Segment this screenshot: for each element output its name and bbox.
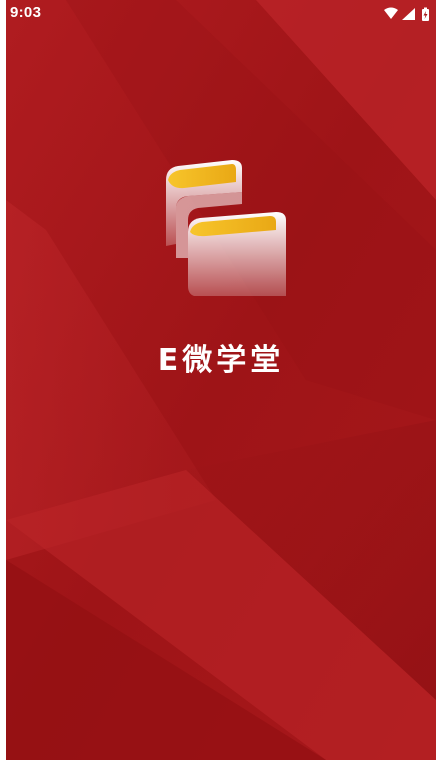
status-time: 9:03 — [10, 4, 42, 21]
wifi-icon — [384, 7, 398, 19]
cellular-signal-icon — [402, 8, 415, 20]
splash-screen: E微学堂 — [6, 0, 436, 760]
diagonal-stripes-background — [6, 0, 436, 760]
phone-screen: 9:03 E微学堂 — [0, 0, 440, 770]
app-name-title: E微学堂 — [157, 343, 285, 378]
status-bar: 9:03 — [0, 0, 440, 28]
stacked-books-logo-icon — [166, 160, 286, 296]
status-icons-svg — [384, 7, 429, 21]
status-icons — [382, 6, 434, 22]
battery-charging-icon — [422, 7, 429, 21]
